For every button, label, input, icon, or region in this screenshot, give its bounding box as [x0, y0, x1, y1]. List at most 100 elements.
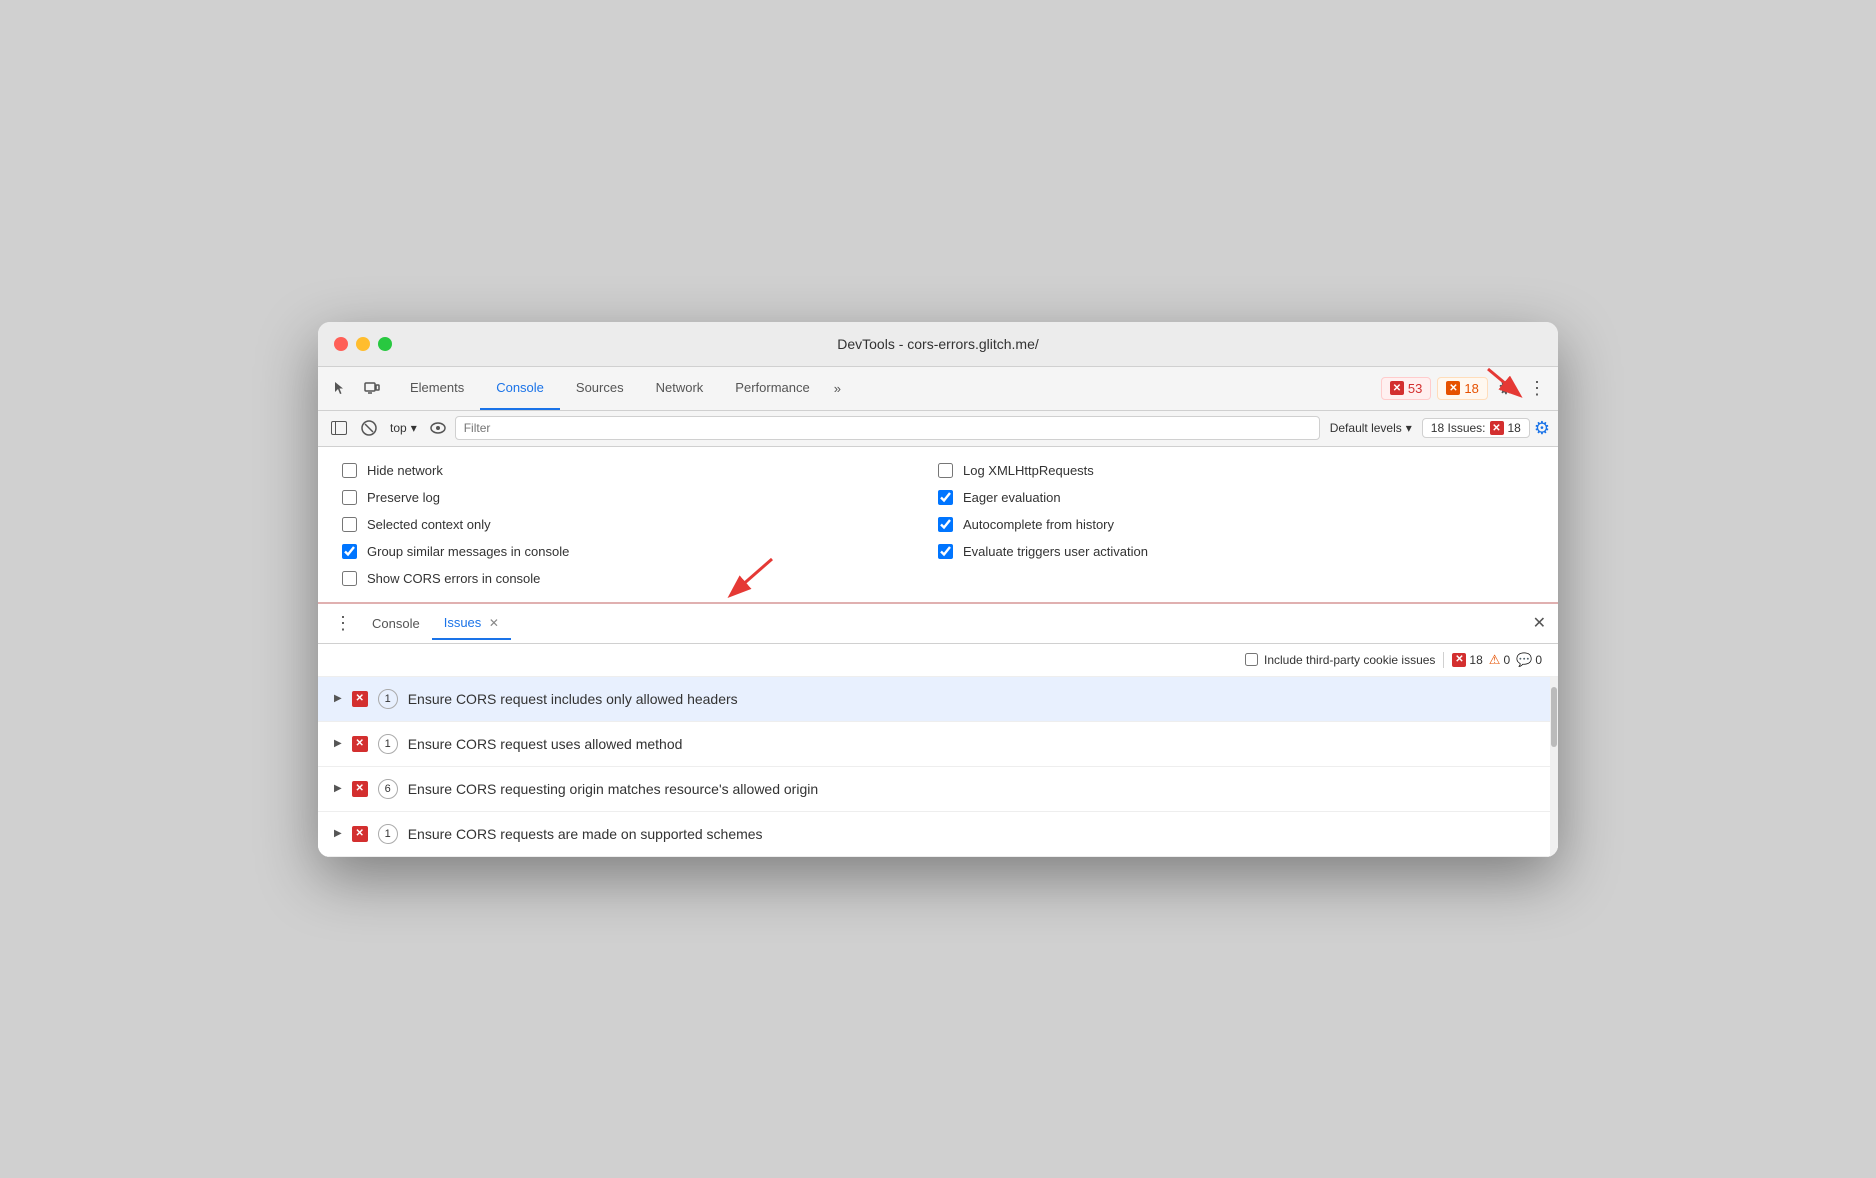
issue-count-badge: 1 [378, 824, 398, 844]
issue-row[interactable]: ▶ ✕ 1 Ensure CORS requests are made on s… [318, 812, 1558, 857]
minimize-button[interactable] [356, 337, 370, 351]
evaluate-triggers-label: Evaluate triggers user activation [963, 544, 1148, 559]
eager-eval-checkbox[interactable] [938, 490, 953, 505]
issues-filter-bar: Include third-party cookie issues ✕ 18 ⚠… [318, 644, 1558, 677]
default-levels-button[interactable]: Default levels ▾ [1324, 419, 1418, 437]
context-selector[interactable]: top ▾ [386, 419, 421, 437]
hide-network-checkbox[interactable] [342, 463, 357, 478]
issue-error-icon: ✕ [352, 781, 368, 797]
group-similar-checkbox[interactable] [342, 544, 357, 559]
issue-row[interactable]: ▶ ✕ 6 Ensure CORS requesting origin matc… [318, 767, 1558, 812]
info-count-item: 💬 0 [1516, 652, 1542, 668]
close-panel-icon[interactable]: ✕ [1529, 611, 1550, 636]
issues-count-group: ✕ 18 ⚠ 0 💬 0 [1443, 652, 1542, 668]
selected-context-option[interactable]: Selected context only [342, 517, 938, 532]
filter-info-count: 0 [1535, 653, 1542, 667]
close-button[interactable] [334, 337, 348, 351]
eager-evaluation-option[interactable]: Eager evaluation [938, 490, 1534, 505]
bottom-panel-right: ✕ [1529, 613, 1550, 633]
show-cors-errors-checkbox[interactable] [342, 571, 357, 586]
evaluate-triggers-checkbox[interactable] [938, 544, 953, 559]
issues-count: 18 [1508, 421, 1521, 435]
preserve-log-option[interactable]: Preserve log [342, 490, 938, 505]
hide-network-label: Hide network [367, 463, 443, 478]
warning-icon: ✕ [1446, 381, 1460, 395]
scrollbar-track[interactable] [1550, 677, 1558, 857]
console-toolbar: top ▾ Default levels ▾ 18 Issues: ✕ 18 ⚙ [318, 411, 1558, 447]
issue-row[interactable]: ▶ ✕ 1 Ensure CORS request uses allowed m… [318, 722, 1558, 767]
expand-icon[interactable]: ▶ [334, 783, 342, 794]
settings-col-left: Hide network Preserve log Selected conte… [342, 463, 938, 586]
expand-icon[interactable]: ▶ [334, 828, 342, 839]
scrollbar-thumb[interactable] [1551, 687, 1557, 747]
error-badge: ✕ 53 [1381, 377, 1431, 400]
preserve-log-checkbox[interactable] [342, 490, 357, 505]
filter-error-icon: ✕ [1452, 653, 1466, 667]
autocomplete-history-option[interactable]: Autocomplete from history [938, 517, 1534, 532]
maximize-button[interactable] [378, 337, 392, 351]
tab-sources[interactable]: Sources [560, 366, 640, 410]
autocomplete-checkbox[interactable] [938, 517, 953, 532]
issues-error-icon: ✕ [1490, 421, 1504, 435]
bottom-tab-console[interactable]: Console [360, 608, 432, 639]
tab-bar: Elements Console Sources Network Perform… [318, 367, 1558, 411]
default-levels-label: Default levels [1330, 421, 1402, 435]
filter-input[interactable] [455, 416, 1320, 440]
show-cors-errors-label: Show CORS errors in console [367, 571, 540, 586]
sidebar-toggle-button[interactable] [326, 415, 352, 441]
tab-more-button[interactable]: » [826, 377, 849, 400]
window-title: DevTools - cors-errors.glitch.me/ [837, 336, 1039, 352]
settings-panel: Hide network Preserve log Selected conte… [318, 447, 1558, 604]
log-xmlhttprequests-option[interactable]: Log XMLHttpRequests [938, 463, 1534, 478]
bottom-tab-issues[interactable]: Issues ✕ [432, 607, 511, 640]
tab-performance[interactable]: Performance [719, 366, 825, 410]
devtools-body: Elements Console Sources Network Perform… [318, 367, 1558, 857]
error-icon: ✕ [1390, 381, 1404, 395]
group-similar-area: Group similar messages in console [342, 544, 938, 559]
issue-count-badge: 1 [378, 689, 398, 709]
console-settings-icon[interactable]: ⚙ [1534, 418, 1550, 439]
expand-icon[interactable]: ▶ [334, 738, 342, 749]
hide-network-option[interactable]: Hide network [342, 463, 938, 478]
tab-bar-right: ✕ 53 ✕ 18 ⚙ [1381, 374, 1550, 403]
close-issues-tab-icon[interactable]: ✕ [489, 616, 499, 630]
tab-console[interactable]: Console [480, 366, 560, 410]
issue-error-icon: ✕ [352, 826, 368, 842]
group-similar-option[interactable]: Group similar messages in console [342, 544, 569, 559]
issue-title: Ensure CORS request includes only allowe… [408, 691, 738, 707]
tab-elements[interactable]: Elements [394, 366, 480, 410]
settings-gear-icon[interactable]: ⚙ [1494, 374, 1518, 403]
panel-more-options-icon[interactable]: ⋮ [326, 609, 360, 638]
warning-count-item: ⚠ 0 [1489, 652, 1510, 668]
log-xml-checkbox[interactable] [938, 463, 953, 478]
tab-items: Elements Console Sources Network Perform… [394, 366, 1381, 410]
chevron-down-icon: ▾ [411, 421, 417, 435]
settings-area: ⚙ [1494, 374, 1518, 403]
issues-button[interactable]: 18 Issues: ✕ 18 [1422, 418, 1530, 438]
eye-icon[interactable] [425, 415, 451, 441]
third-party-checkbox[interactable] [1245, 653, 1258, 666]
warning-badge: ✕ 18 [1437, 377, 1487, 400]
traffic-lights [334, 337, 392, 351]
evaluate-triggers-option[interactable]: Evaluate triggers user activation [938, 544, 1534, 559]
more-options-icon[interactable]: ⋮ [1524, 374, 1550, 403]
filter-warning-icon: ⚠ [1489, 652, 1501, 668]
autocomplete-label: Autocomplete from history [963, 517, 1114, 532]
issue-error-icon: ✕ [352, 736, 368, 752]
issue-row[interactable]: ▶ ✕ 1 Ensure CORS request includes only … [318, 677, 1558, 722]
show-cors-errors-option[interactable]: Show CORS errors in console [342, 571, 938, 586]
expand-icon[interactable]: ▶ [334, 693, 342, 704]
context-label: top [390, 421, 407, 435]
devtools-window: DevTools - cors-errors.glitch.me/ [318, 322, 1558, 857]
issue-title: Ensure CORS requests are made on support… [408, 826, 763, 842]
clear-console-button[interactable] [356, 415, 382, 441]
third-party-filter-option[interactable]: Include third-party cookie issues [1245, 653, 1435, 667]
selected-context-checkbox[interactable] [342, 517, 357, 532]
device-icon[interactable] [358, 374, 386, 402]
bottom-tab-bar: ⋮ Console Issues ✕ ✕ [318, 604, 1558, 644]
third-party-label: Include third-party cookie issues [1264, 653, 1435, 667]
chevron-down-icon: ▾ [1406, 421, 1412, 435]
issue-count-badge: 1 [378, 734, 398, 754]
cursor-icon[interactable] [326, 374, 354, 402]
tab-network[interactable]: Network [640, 366, 720, 410]
